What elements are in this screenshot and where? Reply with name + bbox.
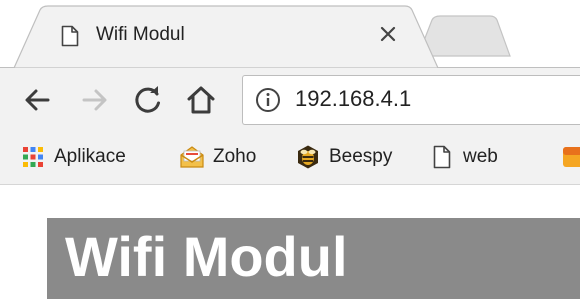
reload-icon[interactable] — [133, 85, 163, 115]
bee-icon — [298, 145, 318, 169]
bookmark-web[interactable]: web — [429, 144, 509, 170]
forward-arrow-icon[interactable] — [80, 85, 110, 115]
apps-grid-icon — [23, 147, 43, 167]
toolbar: 192.168.4.1 — [0, 68, 580, 132]
heading-bar: Wifi Modul — [47, 218, 580, 299]
info-icon[interactable] — [255, 87, 281, 113]
back-arrow-icon[interactable] — [22, 85, 52, 115]
page-icon — [61, 25, 79, 47]
close-icon[interactable] — [377, 23, 399, 45]
tab-strip: Wifi Modul — [0, 0, 580, 68]
envelope-icon — [180, 146, 204, 168]
page-heading: Wifi Modul — [65, 225, 348, 288]
bookmark-label: Zoho — [213, 146, 257, 167]
home-icon[interactable] — [186, 85, 216, 115]
page-icon — [433, 145, 451, 169]
bookmark-aplikace[interactable]: Aplikace — [20, 144, 144, 170]
bookmark-label: web — [463, 146, 498, 167]
bookmarks-bar: Aplikace Zoho Beespy web — [0, 132, 580, 185]
bookmark-label: Aplikace — [54, 146, 126, 167]
bookmark-label: Beespy — [329, 146, 393, 167]
bookmark-zoho[interactable]: Zoho — [179, 144, 269, 170]
address-bar[interactable]: 192.168.4.1 — [242, 75, 580, 125]
tab-title: Wifi Modul — [96, 24, 185, 45]
bookmark-partial[interactable] — [560, 144, 580, 170]
bookmark-icon — [563, 147, 580, 167]
new-tab-button[interactable] — [420, 16, 508, 56]
page-content: Wifi Modul — [0, 185, 580, 299]
bookmark-beespy[interactable]: Beespy — [295, 144, 401, 170]
url-text: 192.168.4.1 — [295, 86, 412, 111]
